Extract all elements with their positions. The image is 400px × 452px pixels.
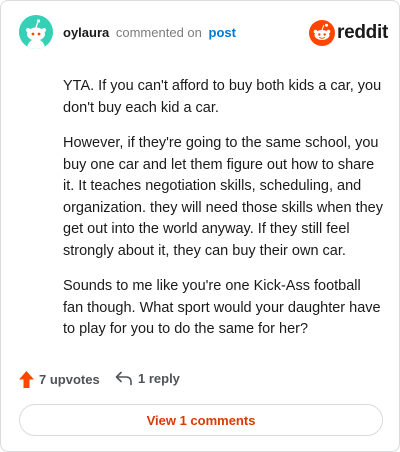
comment-paragraph: However, if they're going to the same sc… (63, 135, 383, 259)
snoo-avatar-icon (19, 15, 53, 49)
brand-wordmark: reddit (337, 22, 388, 43)
upvote-count: 7 upvotes (39, 372, 100, 387)
comment-footer: 7 upvotes 1 reply (19, 371, 383, 391)
upvote-arrow-icon (19, 371, 34, 388)
reply-arrow-icon (115, 371, 132, 386)
comment-meta: oylaura commented on post (63, 25, 236, 41)
reddit-logo-icon (309, 20, 335, 46)
comment-paragraph: Sounds to me like you're one Kick-Ass fo… (63, 278, 381, 337)
user-avatar[interactable] (19, 15, 53, 49)
action-text: commented on (115, 25, 202, 40)
username-link[interactable]: oylaura (63, 25, 109, 40)
view-comments-button[interactable]: View 1 comments (19, 404, 383, 436)
reply-count: 1 reply (138, 371, 180, 386)
comment-card: oylaura commented on post reddit YTA. If… (0, 0, 400, 452)
comment-header: oylaura commented on post reddit (19, 15, 388, 53)
reddit-brand[interactable]: reddit (309, 19, 388, 47)
comment-paragraph: YTA. If you can't afford to buy both kid… (63, 78, 382, 116)
reply-button[interactable]: 1 reply (115, 371, 180, 386)
comment-body: YTA. If you can't afford to buy both kid… (63, 76, 383, 355)
upvote-button[interactable]: 7 upvotes (19, 371, 100, 388)
post-link[interactable]: post (209, 25, 236, 40)
